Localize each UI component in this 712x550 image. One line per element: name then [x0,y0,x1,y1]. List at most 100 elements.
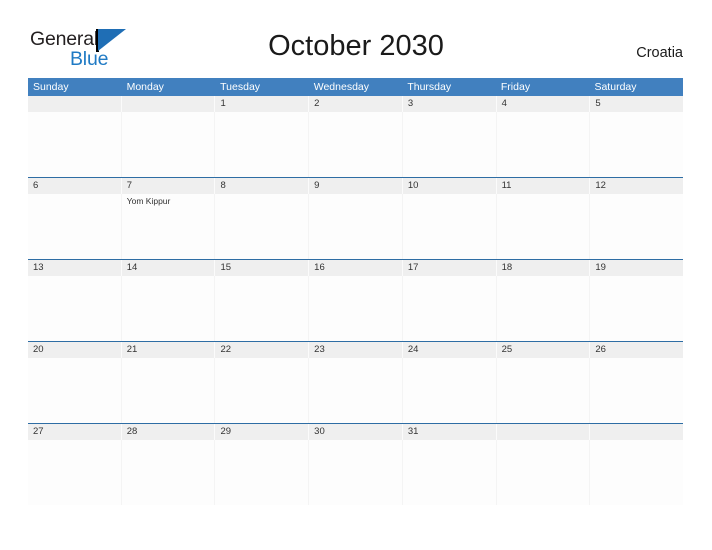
page-title: October 2030 [268,30,444,62]
day-event-cell [215,194,310,259]
day-event-cell [590,440,683,505]
day-number-cell[interactable]: 11 [497,178,591,194]
week-date-band: 13 14 15 16 17 18 19 [28,260,683,276]
day-event-cell [403,440,497,505]
day-number-cell[interactable]: 7 [122,178,216,194]
day-event-cell [122,358,216,423]
day-number-cell[interactable]: 19 [590,260,683,276]
day-number-cell [497,424,591,440]
day-number-cell[interactable]: 8 [215,178,310,194]
day-event-cell [497,440,591,505]
day-event-cell [309,112,403,177]
day-event-cell [215,358,310,423]
week-date-band: 12345 [28,96,683,112]
week-event-band: Yom Kippur [28,194,683,259]
weekday-header-sunday: Sunday [33,81,69,93]
day-number-cell [122,96,216,112]
day-event-cell [122,440,216,505]
day-number-cell[interactable]: 1 [215,96,310,112]
day-event-cell [215,440,310,505]
weekday-header-thursday: Thursday [407,81,452,93]
weekday-header-tuesday: Tuesday [220,81,261,93]
day-number-cell [28,96,122,112]
day-event-cell [497,276,591,341]
day-number-cell[interactable]: 5 [590,96,683,112]
day-number-cell[interactable]: 14 [122,260,216,276]
day-number-cell[interactable]: 24 [403,342,497,358]
day-number-cell [590,424,683,440]
day-event-cell [497,358,591,423]
week-date-band: 27 28 29 30 31 [28,424,683,440]
weekday-header-friday: Friday [500,81,531,93]
weekday-header-monday: Monday [126,81,164,93]
day-number-cell[interactable]: 13 [28,260,122,276]
day-number-cell[interactable]: 3 [403,96,497,112]
week-event-band [28,112,683,177]
day-event-cell [497,194,591,259]
day-number-cell[interactable]: 12 [590,178,683,194]
week-event-band [28,358,683,423]
day-event-cell [28,440,122,505]
day-event-cell [590,358,683,423]
day-number-cell[interactable]: 16 [309,260,403,276]
calendar-page: General Blue October 2030 Croatia Sunday… [0,0,712,550]
day-event-cell [590,194,683,259]
day-event-cell [309,194,403,259]
day-event-cell [403,358,497,423]
calendar-week-row: 13 14 15 16 17 18 19 [28,259,683,341]
day-number-cell[interactable]: 2 [309,96,403,112]
week-date-band: 6 7 8 9 10 11 12 [28,178,683,194]
day-event-cell [403,112,497,177]
day-number-cell[interactable]: 21 [122,342,216,358]
page-header: General Blue October 2030 Croatia [0,0,712,78]
day-event-cell [28,358,122,423]
week-event-band [28,440,683,505]
day-number-cell[interactable]: 17 [403,260,497,276]
day-event-cell [122,112,216,177]
day-number-cell[interactable]: 9 [309,178,403,194]
calendar-week-row: 27 28 29 30 31 [28,423,683,505]
calendar-week-row: 20 21 22 23 24 25 26 [28,341,683,423]
day-number-cell[interactable]: 30 [309,424,403,440]
weekday-header-row: Sunday Monday Tuesday Wednesday Thursday… [28,78,683,96]
calendar-grid: Sunday Monday Tuesday Wednesday Thursday… [28,78,683,505]
day-number-cell[interactable]: 31 [403,424,497,440]
day-event-cell [590,112,683,177]
day-event-cell [590,276,683,341]
day-number-cell[interactable]: 28 [122,424,216,440]
holiday-label: Yom Kippur [126,196,171,206]
day-event-cell [215,276,310,341]
calendar-week-row: 6 7 8 9 10 11 12 Yom Kippur [28,177,683,259]
day-number-cell[interactable]: 22 [215,342,310,358]
day-number-cell[interactable]: 26 [590,342,683,358]
day-event-cell [28,112,122,177]
day-number-cell[interactable]: 20 [28,342,122,358]
day-event-cell [497,112,591,177]
day-number-cell[interactable]: 25 [497,342,591,358]
day-event-cell [309,276,403,341]
day-number-cell[interactable]: 10 [403,178,497,194]
weekday-header-wednesday: Wednesday [313,81,369,93]
day-number-cell[interactable]: 15 [215,260,310,276]
day-number-cell[interactable]: 27 [28,424,122,440]
day-number-cell[interactable]: 29 [215,424,310,440]
week-date-band: 20 21 22 23 24 25 26 [28,342,683,358]
day-number-cell[interactable]: 18 [497,260,591,276]
day-event-cell [28,276,122,341]
day-number-cell[interactable]: 4 [497,96,591,112]
country-label: Croatia [636,45,683,61]
day-event-cell[interactable]: Yom Kippur [122,194,216,259]
week-event-band [28,276,683,341]
day-event-cell [309,358,403,423]
day-event-cell [215,112,310,177]
calendar-weeks: 1 2 3 4 5 6 7 8 9 10 11 12 Yom Kippur 13 14 15 16 17 18 19 2… [28,96,683,505]
day-event-cell [122,276,216,341]
day-event-cell [403,276,497,341]
day-event-cell [28,194,122,259]
day-event-cell [403,194,497,259]
day-number-cell[interactable]: 23 [309,342,403,358]
calendar-week-row: 12345 [28,96,683,177]
weekday-header-saturday: Saturday [594,81,637,93]
day-event-cell [309,440,403,505]
day-number-cell[interactable]: 6 [28,178,122,194]
